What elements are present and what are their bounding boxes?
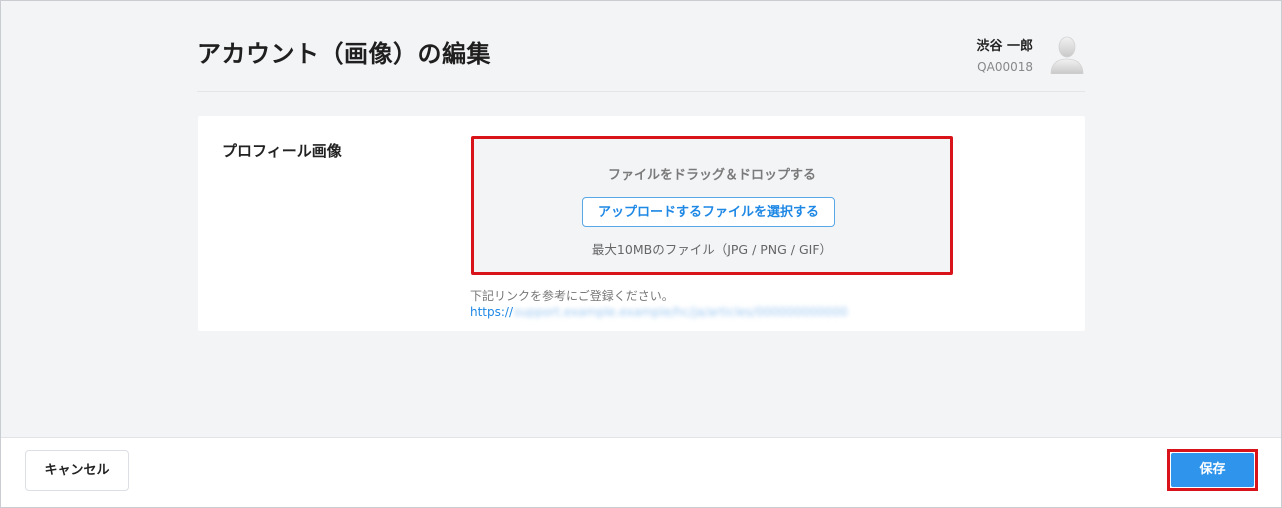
help-link-row: https://support.example.example/hc/ja/ar… [470,305,848,319]
user-name: 渋谷 一郎 [976,39,1033,54]
avatar[interactable] [1049,34,1085,75]
user-info: 渋谷 一郎 QA00018 [976,35,1033,74]
user-id: QA00018 [977,60,1033,74]
profile-image-label: プロフィール画像 [222,142,342,160]
file-dropzone[interactable]: ファイルをドラッグ＆ドロップする アップロードするファイルを選択する 最大10M… [471,136,953,275]
help-link[interactable]: https://support.example.example/hc/ja/ar… [470,305,848,319]
page-title: アカウント（画像）の編集 [197,40,491,68]
profile-image-card: プロフィール画像 ファイルをドラッグ＆ドロップする アップロードするファイルを選… [198,116,1085,331]
app-window: アカウント（画像）の編集 渋谷 一郎 QA00018 プロフィール画像 ファイル… [0,0,1282,508]
dropzone-text: ファイルをドラッグ＆ドロップする [607,168,816,183]
cancel-button[interactable]: キャンセル [25,450,129,491]
file-size-note: 最大10MBのファイル（JPG / PNG / GIF） [591,242,833,257]
footer-bar: キャンセル 保存 [1,437,1281,507]
user-silhouette-icon [1050,36,1084,75]
help-link-prefix: https:// [470,305,514,319]
save-button[interactable]: 保存 [1171,453,1254,487]
help-text: 下記リンクを参考にご登録ください。 [470,289,674,303]
blurred-url: support.example.example/hc/ja/articles/0… [514,305,848,319]
select-file-button[interactable]: アップロードするファイルを選択する [582,197,835,227]
save-button-highlight: 保存 [1167,449,1258,491]
page-header: アカウント（画像）の編集 渋谷 一郎 QA00018 [197,1,1085,92]
